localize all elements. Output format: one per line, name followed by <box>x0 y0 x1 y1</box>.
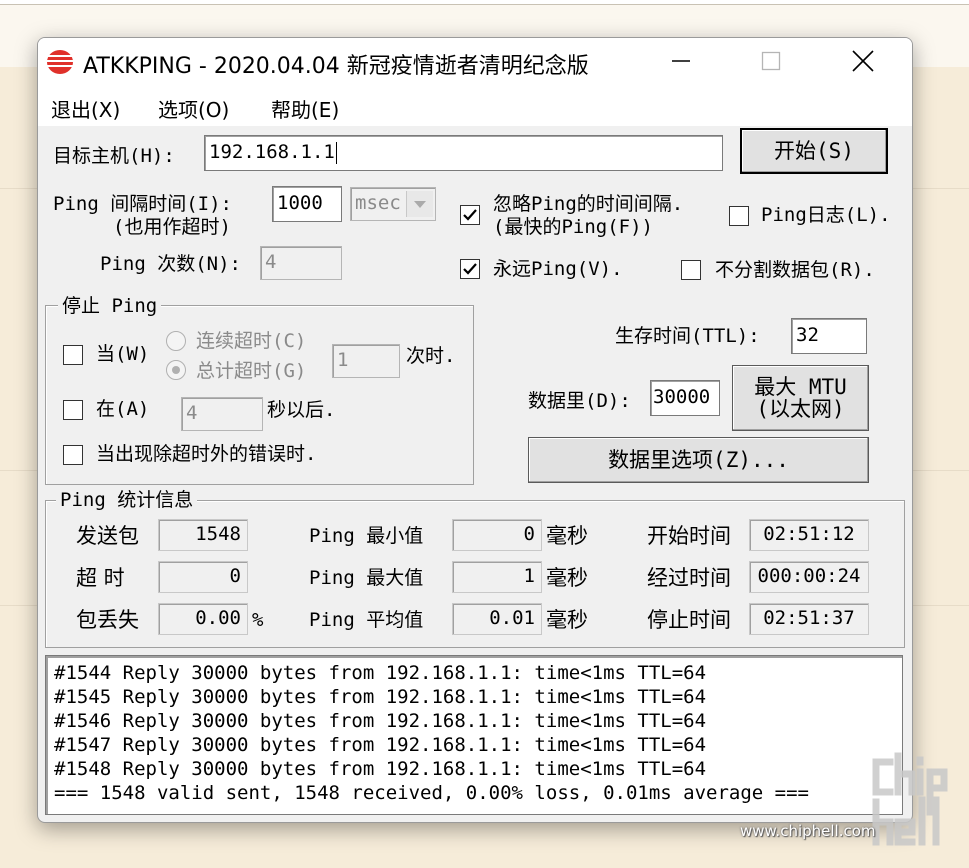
timeout-label: 超 时 <box>76 566 125 590</box>
avg-unit: 毫秒 <box>546 608 588 632</box>
start-time-value: 02:51:12 <box>749 519 869 551</box>
target-host-value: 192.168.1.1 <box>209 141 335 163</box>
checkmark-icon <box>463 209 477 221</box>
stop-when-checkbox[interactable] <box>63 345 83 365</box>
interval-label: Ping 间隔时间(I): <box>53 193 232 215</box>
ignore-interval-label: 忽略Ping的时间间隔. <box>493 193 684 215</box>
max-mtu-sublabel: (以太网) <box>756 397 845 421</box>
window-title: ATKKPING - 2020.04.04 新冠疫情逝者清明纪念版 <box>83 54 589 79</box>
target-host-input[interactable]: 192.168.1.1 <box>204 135 723 171</box>
log-line: #1548 Reply 30000 bytes from 192.168.1.1… <box>54 758 707 780</box>
start-time-label: 开始时间 <box>647 524 731 548</box>
max-unit: 毫秒 <box>546 566 588 590</box>
total-timeout-label: 总计超时(G) <box>196 360 307 382</box>
close-button[interactable] <box>818 38 908 88</box>
interval-sublabel: (也用作超时) <box>113 216 231 238</box>
consecutive-timeout-label: 连续超时(C) <box>196 330 307 352</box>
total-timeout-radio[interactable] <box>166 360 186 380</box>
min-value: 0 <box>452 519 542 551</box>
max-value: 1 <box>452 561 542 593</box>
timeout-value: 0 <box>158 561 248 593</box>
maximize-icon <box>761 51 781 75</box>
forever-ping-checkbox[interactable] <box>460 259 480 279</box>
checkmark-icon <box>463 263 477 275</box>
ttl-label: 生存时间(TTL): <box>615 325 760 347</box>
chevron-down-icon <box>406 191 433 217</box>
elapsed-time-label: 经过时间 <box>647 566 731 590</box>
stop-when-label: 当(W) <box>96 343 150 365</box>
stop-time-label: 停止时间 <box>647 608 731 632</box>
menu-bar: 退出(X) 选项(O) 帮助(E) <box>38 88 912 126</box>
avg-value: 0.01 <box>452 603 542 635</box>
elapsed-time-value: 000:00:24 <box>749 561 869 593</box>
close-icon <box>852 50 874 76</box>
minimize-button[interactable] <box>636 38 726 88</box>
min-label: Ping 最小值 <box>309 525 424 547</box>
loss-value: 0.00 <box>158 603 248 635</box>
minimize-icon <box>671 51 691 75</box>
ignore-interval-sublabel: (最快的Ping(F)) <box>493 216 653 238</box>
stop-at-checkbox[interactable] <box>63 400 83 420</box>
data-size-input[interactable]: 30000 <box>650 380 720 416</box>
maximize-button[interactable] <box>726 38 816 88</box>
stop-on-error-label: 当出现除超时外的错误时. <box>96 443 317 465</box>
min-unit: 毫秒 <box>546 524 588 548</box>
interval-unit-value: msec <box>355 192 401 214</box>
target-host-label: 目标主机(H): <box>53 145 175 167</box>
no-fragment-checkbox[interactable] <box>681 260 701 280</box>
log-line: #1546 Reply 30000 bytes from 192.168.1.1… <box>54 710 707 732</box>
chiphell-logo <box>868 752 964 852</box>
title-bar[interactable]: ATKKPING - 2020.04.04 新冠疫情逝者清明纪念版 <box>38 38 912 88</box>
consecutive-timeout-radio[interactable] <box>166 331 186 351</box>
count-input[interactable]: 4 <box>260 246 342 280</box>
loss-unit: % <box>252 609 264 631</box>
sent-value: 1548 <box>158 519 248 551</box>
times-input[interactable]: 1 <box>332 344 400 378</box>
seconds-suffix-label: 秒以后. <box>267 399 336 421</box>
menu-help[interactable]: 帮助(E) <box>271 94 339 123</box>
seconds-input[interactable]: 4 <box>181 397 263 431</box>
stop-time-value: 02:51:37 <box>749 603 869 635</box>
interval-unit-select[interactable]: msec <box>350 187 436 221</box>
app-icon <box>46 49 74 75</box>
max-label: Ping 最大值 <box>309 567 424 589</box>
ping-log-checkbox[interactable] <box>729 206 749 226</box>
ping-stats-group-title: Ping 统计信息 <box>56 489 198 511</box>
stop-at-label: 在(A) <box>96 398 150 420</box>
ping-log-label: Ping日志(L). <box>761 204 891 226</box>
menu-exit[interactable]: 退出(X) <box>51 94 120 123</box>
watermark-site-text: www.chiphell.com <box>740 822 876 840</box>
ttl-input[interactable]: 32 <box>791 318 867 354</box>
text-cursor <box>335 141 337 164</box>
log-line: #1544 Reply 30000 bytes from 192.168.1.1… <box>54 662 707 684</box>
ping-log-output[interactable]: #1544 Reply 30000 bytes from 192.168.1.1… <box>45 655 903 815</box>
stop-ping-group-title: 停止 Ping <box>58 295 162 317</box>
data-size-label: 数据里(D): <box>528 390 631 412</box>
data-options-button[interactable]: 数据里选项(Z)... <box>528 437 869 483</box>
count-label: Ping 次数(N): <box>100 253 241 275</box>
times-suffix-label: 次时. <box>406 345 456 367</box>
avg-label: Ping 平均值 <box>309 609 424 631</box>
forever-ping-label: 永远Ping(V). <box>493 258 623 280</box>
log-line: #1545 Reply 30000 bytes from 192.168.1.1… <box>54 686 707 708</box>
menu-options[interactable]: 选项(O) <box>158 94 229 123</box>
start-button[interactable]: 开始(S) <box>740 128 888 174</box>
ignore-interval-checkbox[interactable] <box>460 205 480 225</box>
log-line: #1547 Reply 30000 bytes from 192.168.1.1… <box>54 734 707 756</box>
sent-label: 发送包 <box>76 524 139 548</box>
app-window: ATKKPING - 2020.04.04 新冠疫情逝者清明纪念版 退出(X) … <box>37 37 913 823</box>
no-fragment-label: 不分割数据包(R). <box>715 259 875 281</box>
loss-label: 包丢失 <box>76 608 139 632</box>
max-mtu-button[interactable]: 最大 MTU (以太网) <box>732 365 869 431</box>
log-summary-line: === 1548 valid sent, 1548 received, 0.00… <box>54 782 809 804</box>
max-mtu-label: 最大 MTU <box>754 375 847 399</box>
interval-input[interactable]: 1000 <box>272 186 342 222</box>
stop-on-error-checkbox[interactable] <box>63 445 83 465</box>
